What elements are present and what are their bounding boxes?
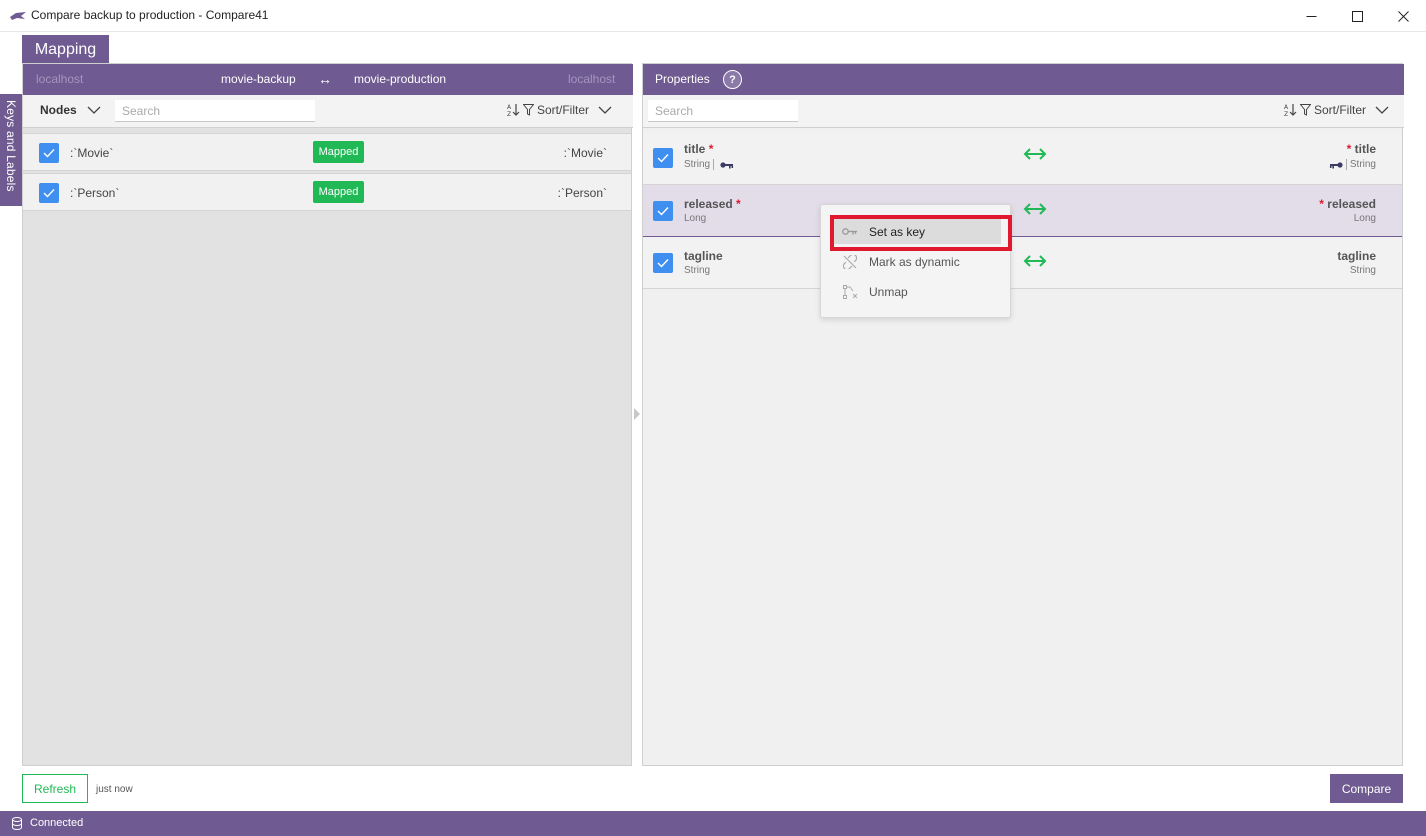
svg-text:Z: Z [1284,111,1288,117]
target-property-type: Long [1353,213,1376,224]
property-checkbox[interactable] [653,201,673,221]
chevron-down-icon [1375,106,1389,114]
maximize-icon [1351,10,1363,22]
minimize-icon [1306,15,1316,17]
nodes-search-input[interactable] [115,100,315,122]
source-node-label: :`Person` [70,186,120,200]
nodes-dropdown-label[interactable]: Nodes [40,103,77,117]
menu-item-label: Unmap [869,284,908,299]
unlink-icon [843,254,857,269]
properties-header: Properties ? [643,64,1404,95]
source-database: movie-backup [221,72,296,86]
key-icon [1329,161,1343,168]
connection-header: localhost movie-backup ↔ movie-productio… [23,64,633,95]
swap-arrow-icon: ↔ [318,71,332,87]
database-icon [12,817,22,830]
help-icon[interactable]: ? [723,70,742,89]
source-property-type: String [684,265,711,276]
sort-icon: AZ [507,104,520,117]
checkmark-icon [657,207,669,216]
nodes-toolbar: Nodes AZ Sort/Filter [23,95,633,128]
highlight-annotation-box [830,215,1012,251]
node-row[interactable]: :`Movie` Mapped :`Movie` [23,133,631,171]
source-property-name: released * [684,197,741,211]
target-database: movie-production [354,72,447,86]
chevron-down-icon [598,106,612,114]
property-row-title[interactable]: title * String * title String [643,133,1402,185]
properties-title: Properties [655,72,710,86]
property-checkbox[interactable] [653,148,673,168]
maximize-button[interactable] [1334,0,1380,32]
svg-text:A: A [507,104,512,111]
source-property-type: Long [684,213,707,224]
close-button[interactable] [1380,0,1426,32]
required-marker: * [736,197,741,211]
svg-text:Z: Z [507,111,511,117]
node-checkbox[interactable] [39,143,59,163]
properties-toolbar: AZ Sort/Filter [643,95,1404,128]
source-property-name: tagline [684,249,723,263]
close-icon [1397,10,1409,22]
last-refresh-time: just now [96,784,133,795]
mapping-arrow-icon [1023,203,1047,215]
svg-text:A: A [1284,104,1289,111]
app-logo-icon [10,12,26,20]
node-checkbox[interactable] [39,183,59,203]
tab-keys-and-labels[interactable]: Keys and Labels [0,94,22,206]
target-property-name: tagline [1337,249,1376,263]
checkmark-icon [43,189,55,198]
mapping-arrow-icon [1023,255,1047,267]
sort-filter-label: Sort/Filter [537,103,590,117]
node-row[interactable]: :`Person` Mapped :`Person` [23,173,631,211]
required-marker: * [1346,142,1352,156]
checkmark-icon [657,154,669,163]
filter-icon [523,104,534,116]
target-property-name: * released [1319,197,1376,211]
title-bar: Compare backup to production - Compare41 [0,0,1426,32]
nodes-sort-filter-button[interactable]: AZ Sort/Filter [507,103,612,117]
menu-item-mark-as-dynamic[interactable]: Mark as dynamic [831,249,1001,274]
unmap-icon [842,284,857,299]
filter-icon [1300,104,1311,116]
required-marker: * [708,142,714,156]
property-checkbox[interactable] [653,253,673,273]
window-title: Compare backup to production - Compare41 [31,8,269,22]
target-property-type: String [1349,265,1376,276]
target-node-label: :`Person` [557,186,607,200]
tab-mapping[interactable]: Mapping [22,35,109,64]
sort-filter-label: Sort/Filter [1314,103,1367,117]
properties-search-input[interactable] [648,100,798,122]
refresh-button[interactable]: Refresh [22,774,88,803]
checkmark-icon [43,149,55,158]
connection-status: Connected [30,817,84,829]
properties-panel: Properties ? AZ Sort/Filter title * Stri… [642,63,1404,766]
required-marker: * [1319,197,1324,211]
nodes-panel: localhost movie-backup ↔ movie-productio… [22,63,633,766]
mapped-badge: Mapped [313,141,364,163]
target-property-name: * title [1346,142,1376,156]
target-property-type: String [1329,159,1376,170]
source-host: localhost [36,72,84,86]
checkmark-icon [657,259,669,268]
target-host: localhost [568,72,616,86]
compare-button[interactable]: Compare [1330,774,1403,803]
properties-sort-filter-button[interactable]: AZ Sort/Filter [1284,103,1389,117]
mapping-arrow-icon [1023,148,1047,160]
side-tab-label: Keys and Labels [4,100,18,192]
key-icon [720,161,733,168]
property-row-tagline[interactable]: tagline String tagline String [643,237,1402,289]
source-node-label: :`Movie` [70,146,114,160]
sort-icon: AZ [1284,104,1297,117]
source-property-type: String [684,159,734,170]
mapped-badge: Mapped [313,181,364,203]
minimize-button[interactable] [1288,0,1334,32]
chevron-down-icon[interactable] [87,103,101,117]
menu-item-label: Mark as dynamic [869,254,960,269]
source-property-name: title * [684,142,714,156]
property-row-released[interactable]: released * Long * released Long [643,185,1402,237]
menu-item-unmap[interactable]: Unmap [831,279,1001,304]
panel-splitter-handle[interactable] [634,408,640,420]
status-bar: Connected [0,811,1426,836]
target-node-label: :`Movie` [563,146,607,160]
